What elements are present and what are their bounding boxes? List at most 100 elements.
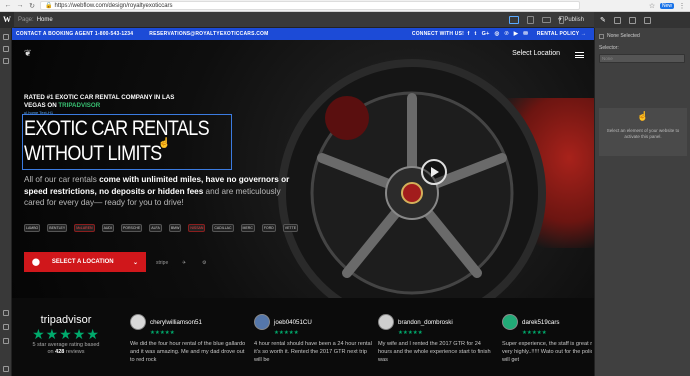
cms-icon[interactable] — [2, 58, 9, 64]
page-selector[interactable]: Page: Home — [18, 17, 53, 23]
ford-logo: FORD — [261, 224, 276, 232]
review-stars: ★★★★★ — [522, 330, 547, 336]
lamborghini-logo: LAMBO — [24, 224, 41, 232]
play-video-button[interactable] — [421, 159, 447, 185]
headline-line-1: EXOTIC CAR RENTALS — [24, 117, 210, 140]
mercedes-logo: MERC — [240, 224, 255, 232]
selector-placeholder: None — [602, 56, 613, 61]
audi-logo: AUDI — [101, 224, 114, 232]
reviewer-name: cherylwilliamson51 — [150, 318, 202, 326]
back-arrow-icon[interactable]: ← — [4, 2, 12, 10]
rating-summary-line-2: on 428 reviews — [47, 349, 85, 355]
menu-dots-icon[interactable]: ⋮ — [678, 2, 686, 10]
reload-icon[interactable]: ↻ — [28, 2, 36, 10]
site-nav: ❦ Select Location — [12, 40, 594, 66]
hamburger-menu-icon[interactable] — [575, 52, 584, 58]
browser-address-bar: ← → ↻ 🔒 https://webflow.com/design/royal… — [0, 0, 690, 12]
pointer-hand-icon: ☝ — [637, 111, 649, 121]
map-pin-icon: ⬤ — [32, 259, 40, 266]
panel-tabs: ✎ — [594, 12, 690, 28]
select-location-button[interactable]: ⬤ SELECT A LOCATION ⌄ — [24, 252, 146, 272]
review-text: My wife and I rented the 2017 GTR for 24… — [378, 341, 491, 363]
navigator-icon[interactable] — [628, 16, 636, 24]
payment-icon: ⚙ — [202, 260, 207, 266]
bmw-logo: BMW — [168, 224, 182, 232]
select-location-link[interactable]: Select Location — [512, 50, 560, 57]
style-brush-icon[interactable]: ✎ — [600, 16, 606, 24]
tablet-view-icon[interactable] — [527, 16, 534, 24]
left-toolbar — [0, 28, 12, 376]
cta-label: SELECT A LOCATION — [51, 259, 114, 265]
design-canvas[interactable]: CONTACT A BOOKING AGENT 1-800-543-1234 R… — [12, 28, 594, 376]
avatar — [378, 314, 394, 330]
webflow-logo[interactable]: W — [0, 11, 14, 28]
twitter-icon[interactable]: t — [475, 31, 477, 37]
url-text: https://webflow.com/design/royaltyexotic… — [54, 2, 173, 9]
tripadvisor-summary: tripadvisor ★★★★★ 5 star average rating … — [26, 314, 106, 356]
hero-description: All of our car rentals come with unlimit… — [24, 174, 292, 209]
mobile-landscape-icon[interactable] — [542, 17, 551, 23]
cadillac-logo: CADILLAC — [212, 224, 234, 232]
selector-label: Selector: — [599, 45, 619, 51]
reviews-section: tripadvisor ★★★★★ 5 star average rating … — [12, 298, 594, 376]
reservation-email[interactable]: RESERVATIONS@ROYALTYEXOTICCARS.COM — [149, 31, 268, 37]
desktop-view-icon[interactable] — [509, 16, 519, 24]
element-box-icon — [599, 33, 604, 39]
selector-input[interactable]: None — [599, 54, 685, 63]
play-icon — [431, 167, 439, 177]
alfa-romeo-logo: ALFA — [149, 224, 162, 232]
review-stars: ★★★★★ — [274, 330, 299, 336]
panel-empty-message: Select an element of your website to act… — [606, 128, 680, 139]
publish-label: Publish — [564, 17, 584, 23]
tripadvisor-logo[interactable]: tripadvisor — [26, 314, 106, 326]
review-text: 4 hour rental should have been a 24 hour… — [254, 341, 372, 363]
social-icons: f t G+ ◎ ℗ ▶ ✉ — [468, 31, 529, 37]
pages-icon[interactable] — [2, 46, 9, 52]
webflow-top-toolbar: W Page: Home ✈ Publish ✎ — [0, 11, 690, 28]
settings-gear-icon[interactable] — [613, 16, 621, 24]
booking-phone[interactable]: CONTACT A BOOKING AGENT 1-800-543-1234 — [16, 31, 133, 37]
facebook-icon[interactable]: f — [468, 31, 470, 37]
review-stars: ★★★★★ — [398, 330, 423, 336]
none-selected-label: None Selected — [607, 33, 640, 39]
mouse-cursor-icon: ☝ — [158, 138, 171, 149]
panel-empty-state: ☝ Select an element of your website to a… — [599, 108, 687, 156]
extension-badge[interactable]: New — [659, 2, 674, 9]
preview-icon[interactable] — [3, 324, 9, 330]
corvette-logo: VETTE — [282, 224, 299, 232]
pinterest-icon[interactable]: ℗ — [504, 31, 508, 37]
wheel-image — [278, 59, 546, 308]
hero-headline[interactable]: EXOTIC CAR RENTALS WITHOUT LIMITS — [24, 116, 210, 166]
bookmark-star-icon[interactable]: ☆ — [648, 2, 656, 10]
youtube-icon[interactable]: ▶ — [514, 31, 518, 37]
griffin-logo-icon[interactable]: ❦ — [24, 48, 38, 58]
url-field[interactable]: 🔒 https://webflow.com/design/royaltyexot… — [40, 1, 580, 10]
bentley-logo: BENTLEY — [47, 224, 68, 232]
help-icon[interactable] — [3, 310, 9, 316]
publish-button[interactable]: ✈ Publish — [558, 16, 584, 23]
review-text: Super experience, the staff is great rec… — [502, 341, 592, 363]
page-value: Home — [36, 16, 53, 23]
email-icon[interactable]: ✉ — [523, 31, 528, 37]
add-element-icon[interactable] — [2, 34, 9, 40]
site-contact-bar: CONTACT A BOOKING AGENT 1-800-543-1234 R… — [12, 28, 594, 40]
sidebar-toggle-icon[interactable] — [3, 366, 9, 372]
review-text: We did the four hour rental of the blue … — [130, 341, 246, 363]
review-stars: ★★★★★ — [150, 330, 175, 336]
google-plus-icon[interactable]: G+ — [482, 31, 490, 37]
rated-brand: TRIPADVISOR — [58, 101, 101, 109]
reviewer-name: brandon_dombroski — [398, 318, 453, 326]
payment-icon: ✈ — [182, 260, 187, 266]
instagram-icon[interactable]: ◎ — [494, 31, 499, 37]
review-count: 428 — [55, 349, 65, 355]
avatar — [254, 314, 270, 330]
lock-icon: 🔒 — [45, 3, 53, 9]
review-card: joeb04051CU ★★★★★ 4 hour rental should h… — [254, 314, 372, 364]
rental-policy-link[interactable]: RENTAL POLICY → — [537, 31, 586, 37]
settings-icon[interactable] — [3, 338, 9, 344]
reviewer-name: joeb04051CU — [274, 318, 312, 326]
review-card: darek519cars ★★★★★ Super experience, the… — [502, 314, 592, 364]
reviewer-name: darek519cars — [522, 318, 560, 326]
forward-arrow-icon[interactable]: → — [16, 2, 24, 10]
symbols-icon[interactable] — [643, 16, 651, 24]
